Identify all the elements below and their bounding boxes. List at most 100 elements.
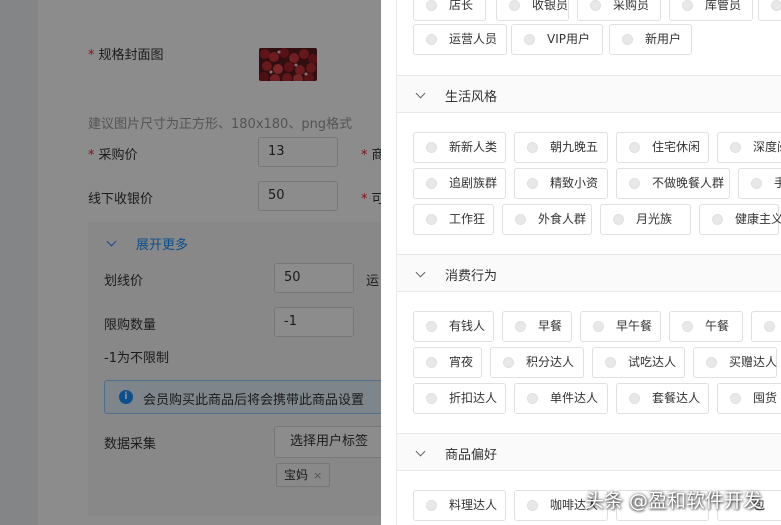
tag-option-label: 手 (774, 176, 781, 190)
radio-icon (426, 178, 437, 189)
tag-option-label: 追剧族群 (449, 176, 498, 190)
tag-option[interactable]: 健康主义 (699, 204, 781, 235)
radio-icon (682, 321, 693, 332)
tag-option[interactable]: 折扣达人 (413, 383, 506, 414)
tag-option[interactable]: 外食人群 (502, 204, 592, 235)
radio-icon (682, 0, 693, 11)
tag-option-label: 积分达人 (526, 355, 575, 369)
tag-option[interactable]: 积分达人 (490, 347, 584, 378)
tag-option-label: 店长 (449, 0, 474, 12)
tag-option[interactable]: 朝九晚五 (514, 132, 608, 163)
tag-option-label: VIP用户 (547, 32, 590, 46)
radio-icon (622, 34, 633, 45)
tag-option[interactable]: 午餐 (669, 311, 743, 342)
tag-option-label: 库管员 (705, 0, 742, 12)
radio-icon (426, 142, 437, 153)
tag-option[interactable]: 手 (738, 168, 781, 199)
tag-option-label: 精致小资 (550, 176, 599, 190)
radio-icon (593, 321, 604, 332)
radio-icon (706, 357, 717, 368)
radio-icon (629, 178, 640, 189)
tag-option-label: 囤货 (753, 391, 778, 405)
radio-icon (527, 393, 538, 404)
section-title: 消费行为 (445, 269, 498, 284)
radio-icon (605, 357, 616, 368)
tag-option[interactable]: 单件达人 (514, 383, 608, 414)
tag-option-label: 运营人员 (449, 32, 498, 46)
radio-icon (509, 0, 520, 11)
tag-option[interactable]: 套餐达人 (616, 383, 709, 414)
tag-option-label: 折扣达人 (449, 391, 498, 405)
tag-option-label: 早餐 (538, 319, 563, 333)
tag-option[interactable]: 新用户 (609, 24, 692, 55)
radio-icon (764, 321, 775, 332)
tag-option[interactable]: 工作狂 (413, 204, 494, 235)
tag-option-label: 有钱人 (449, 319, 486, 333)
tag-option-label: 买赠达人 (729, 355, 778, 369)
tag-option-label: 料理达人 (449, 498, 498, 512)
tag-option-label: 外食人群 (538, 212, 587, 226)
section-header-3[interactable]: 商品偏好 (397, 433, 781, 471)
tag-option[interactable]: VIP用户 (511, 24, 603, 55)
radio-icon (426, 321, 437, 332)
radio-icon (527, 142, 538, 153)
tag-option-label: 工作狂 (449, 212, 486, 226)
tag-option[interactable] (758, 0, 781, 21)
drawer-overlay-mask[interactable] (0, 0, 381, 525)
tag-option[interactable]: 料理达人 (413, 490, 506, 521)
tag-option[interactable]: 月光族 (600, 204, 691, 235)
radio-icon (426, 214, 437, 225)
tag-option-label: 健康主义 (735, 212, 781, 226)
tag-option-label: 朝九晚五 (550, 140, 599, 154)
tag-option[interactable] (751, 311, 781, 342)
tag-option-label: 宵夜 (449, 355, 474, 369)
radio-icon (524, 34, 535, 45)
product-spec-form: * 规格封面图 建议图片尺寸为正方形、180x180、png格式 * 采购价 13 … (0, 0, 394, 525)
tag-option[interactable]: 住宅休闲 (616, 132, 709, 163)
radio-icon (503, 357, 514, 368)
radio-icon (629, 393, 640, 404)
tag-option[interactable]: 采购员 (577, 0, 661, 21)
tag-option[interactable]: 精致小资 (514, 168, 608, 199)
tag-option[interactable]: 买赠达人 (693, 347, 777, 378)
radio-icon (712, 214, 723, 225)
radio-icon (527, 500, 538, 511)
tag-option[interactable]: 不做晚餐人群 (616, 168, 730, 199)
radio-icon (527, 178, 538, 189)
tag-option[interactable]: 追剧族群 (413, 168, 506, 199)
section-title: 生活风格 (445, 90, 498, 105)
tag-option[interactable]: 店长 (413, 0, 486, 21)
section-title: 商品偏好 (445, 448, 498, 463)
tag-option-label: 新新人类 (449, 140, 498, 154)
tag-option-label: 午餐 (705, 319, 730, 333)
radio-icon (426, 393, 437, 404)
radio-icon (730, 393, 741, 404)
tag-option[interactable]: 新新人类 (413, 132, 506, 163)
tag-option-label: 套餐达人 (652, 391, 701, 405)
tag-option[interactable]: 囤货 (717, 383, 781, 414)
radio-icon (515, 321, 526, 332)
chevron-down-icon (415, 88, 426, 99)
tag-option[interactable]: 试吃达人 (592, 347, 685, 378)
tag-option-label: 深度阅 (753, 140, 781, 154)
tag-option[interactable]: 早餐 (502, 311, 572, 342)
tag-option-label: 早午餐 (616, 319, 653, 333)
section-header-1[interactable]: 生活风格 (397, 75, 781, 113)
tag-option[interactable]: 宵夜 (413, 347, 482, 378)
tag-option[interactable]: 库管员 (669, 0, 753, 21)
tag-option-label: 采购员 (613, 0, 650, 12)
radio-icon (751, 178, 762, 189)
tag-option-label: 单件达人 (550, 391, 599, 405)
tag-option-label: 月光族 (636, 212, 673, 226)
radio-icon (771, 0, 781, 11)
tag-option-label: 住宅休闲 (652, 140, 701, 154)
radio-icon (426, 500, 437, 511)
user-tag-drawer: 店长 收银员 采购员 库管员运营人员 VIP用户 新用户生活风格新新人类 朝九晚五 住宅休闲 深… (381, 0, 781, 525)
tag-option[interactable]: 早午餐 (580, 311, 661, 342)
tag-option[interactable]: 有钱人 (413, 311, 494, 342)
section-header-2[interactable]: 消费行为 (397, 254, 781, 292)
tag-option[interactable]: 深度阅 (717, 132, 781, 163)
watermark-text: 头条 @盈和软件开发 (585, 490, 763, 512)
tag-option[interactable]: 运营人员 (413, 24, 507, 55)
tag-option[interactable]: 收银员 (496, 0, 569, 21)
